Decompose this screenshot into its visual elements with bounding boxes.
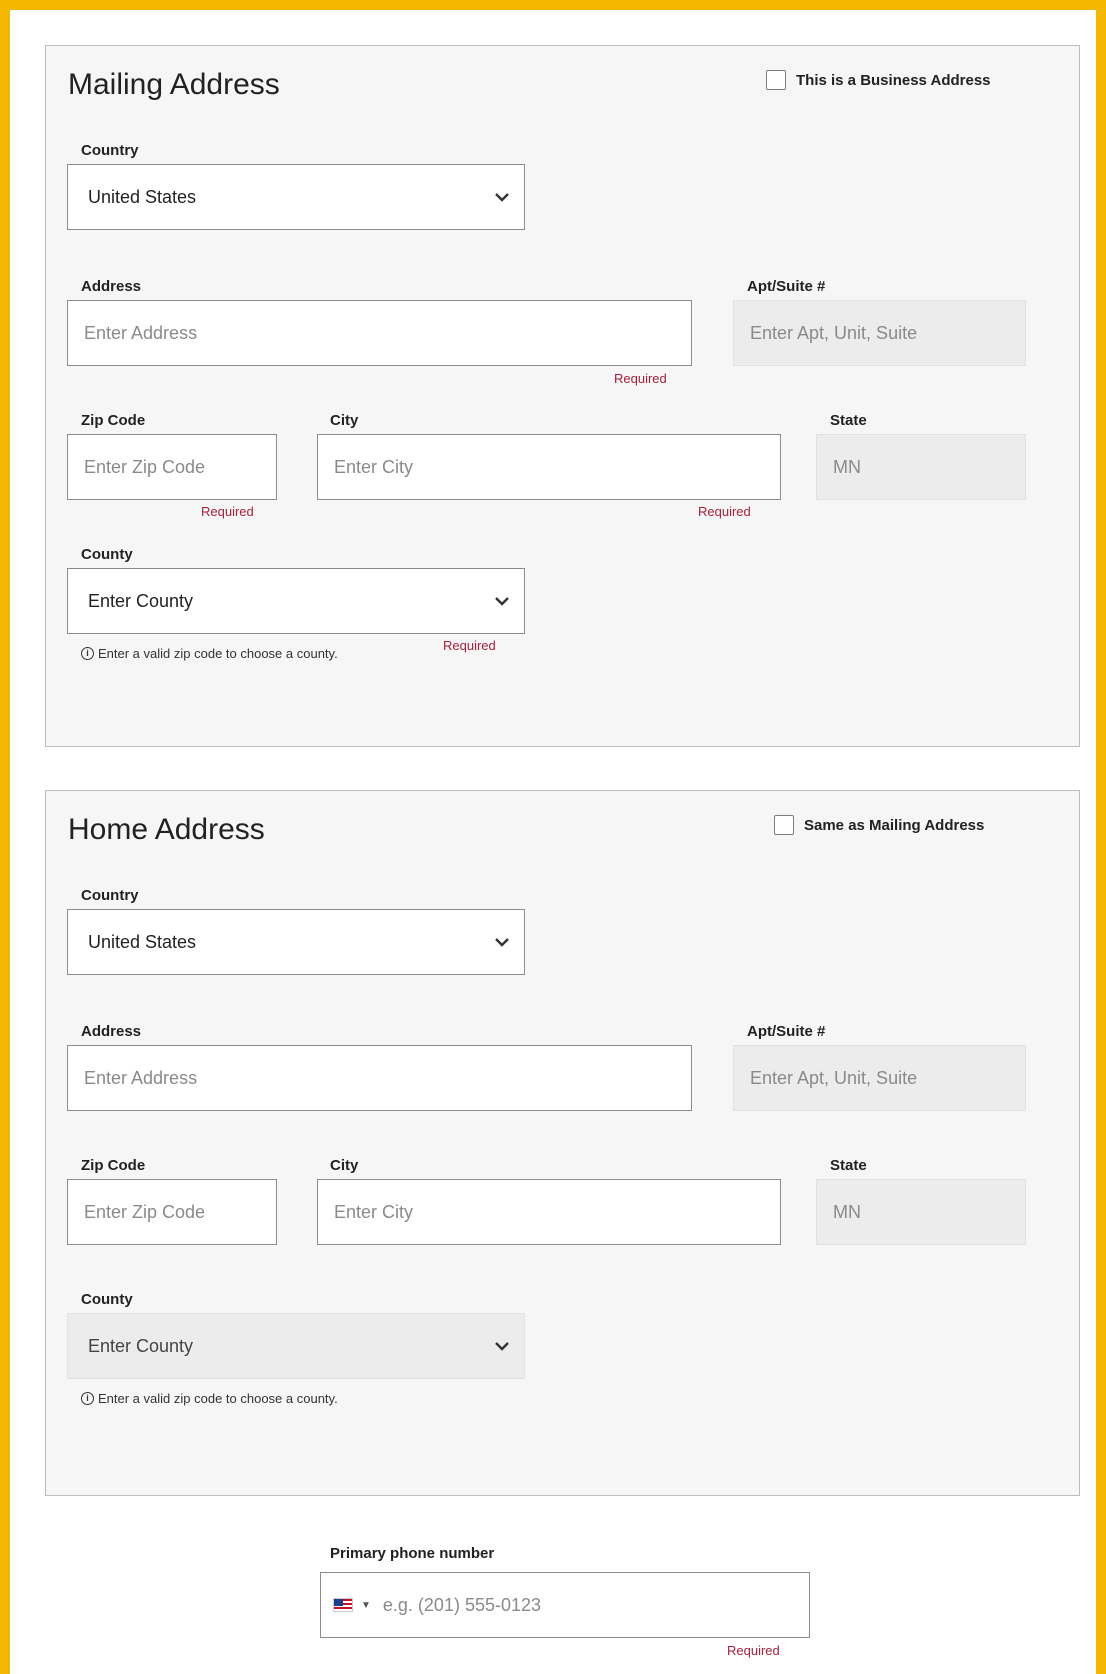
city-required-message: Required	[698, 504, 751, 519]
address-label: Address	[81, 278, 142, 295]
city-label: City	[330, 412, 359, 429]
county-hint-text: Enter a valid zip code to choose a count…	[98, 646, 338, 661]
address-placeholder: Enter Address	[84, 1067, 198, 1088]
state-field: MN	[816, 1179, 1026, 1245]
address-input[interactable]: Enter Address	[67, 1045, 692, 1111]
zip-label: Zip Code	[81, 1157, 146, 1174]
city-placeholder: Enter City	[334, 1201, 414, 1222]
phone-input[interactable]: ▼ e.g. (201) 555-0123	[320, 1572, 810, 1638]
zip-required-message: Required	[201, 504, 254, 519]
business-address-checkbox-row[interactable]: This is a Business Address	[766, 70, 991, 90]
city-input[interactable]: Enter City	[317, 434, 781, 500]
address-required-message: Required	[614, 371, 667, 386]
apt-placeholder: Enter Apt, Unit, Suite	[750, 322, 918, 343]
zip-input[interactable]: Enter Zip Code	[67, 434, 277, 500]
same-as-mailing-checkbox[interactable]	[774, 815, 794, 835]
address-label: Address	[81, 1023, 142, 1040]
country-value: United States	[88, 186, 197, 207]
state-label: State	[830, 412, 867, 429]
country-label: Country	[81, 142, 139, 159]
county-placeholder: Enter County	[88, 1335, 194, 1356]
apt-input[interactable]: Enter Apt, Unit, Suite	[733, 1045, 1026, 1111]
county-select[interactable]: Enter County	[67, 568, 525, 634]
mailing-address-card: Mailing Address This is a Business Addre…	[45, 45, 1080, 747]
county-hint: i Enter a valid zip code to choose a cou…	[81, 646, 338, 661]
chevron-down-icon	[495, 597, 509, 606]
home-address-card: Home Address Same as Mailing Address Cou…	[45, 790, 1080, 1496]
apt-input[interactable]: Enter Apt, Unit, Suite	[733, 300, 1026, 366]
same-as-mailing-checkbox-row[interactable]: Same as Mailing Address	[774, 815, 984, 835]
zip-placeholder: Enter Zip Code	[84, 1201, 206, 1222]
address-placeholder: Enter Address	[84, 322, 198, 343]
home-address-title: Home Address	[68, 813, 265, 846]
zip-input[interactable]: Enter Zip Code	[67, 1179, 277, 1245]
state-label: State	[830, 1157, 867, 1174]
state-value: MN	[833, 1201, 861, 1222]
info-icon: i	[81, 1392, 94, 1405]
county-label: County	[81, 546, 133, 563]
county-placeholder: Enter County	[88, 590, 194, 611]
zip-label: Zip Code	[81, 412, 146, 429]
phone-label: Primary phone number	[330, 1545, 495, 1562]
chevron-down-icon	[495, 193, 509, 202]
business-address-checkbox[interactable]	[766, 70, 786, 90]
city-placeholder: Enter City	[334, 456, 414, 477]
caret-down-icon[interactable]: ▼	[361, 1600, 371, 1611]
info-icon: i	[81, 647, 94, 660]
mailing-address-title: Mailing Address	[68, 68, 280, 101]
county-required-message: Required	[443, 638, 496, 653]
country-select[interactable]: United States	[67, 164, 525, 230]
country-select[interactable]: United States	[67, 909, 525, 975]
phone-required-message: Required	[727, 1643, 780, 1658]
address-input[interactable]: Enter Address	[67, 300, 692, 366]
apt-label: Apt/Suite #	[747, 278, 826, 295]
city-label: City	[330, 1157, 359, 1174]
state-value: MN	[833, 456, 861, 477]
phone-placeholder: e.g. (201) 555-0123	[382, 1594, 542, 1615]
business-address-label: This is a Business Address	[796, 71, 991, 89]
zip-placeholder: Enter Zip Code	[84, 456, 206, 477]
city-input[interactable]: Enter City	[317, 1179, 781, 1245]
county-hint-text: Enter a valid zip code to choose a count…	[98, 1391, 338, 1406]
chevron-down-icon	[495, 938, 509, 947]
county-hint: i Enter a valid zip code to choose a cou…	[81, 1391, 338, 1406]
us-flag-icon[interactable]	[333, 1598, 353, 1612]
country-label: Country	[81, 887, 139, 904]
county-select[interactable]: Enter County	[67, 1313, 525, 1379]
country-value: United States	[88, 931, 197, 952]
county-label: County	[81, 1291, 133, 1308]
chevron-down-icon	[495, 1342, 509, 1351]
apt-placeholder: Enter Apt, Unit, Suite	[750, 1067, 918, 1088]
state-field: MN	[816, 434, 1026, 500]
same-as-mailing-label: Same as Mailing Address	[804, 816, 985, 834]
apt-label: Apt/Suite #	[747, 1023, 826, 1040]
